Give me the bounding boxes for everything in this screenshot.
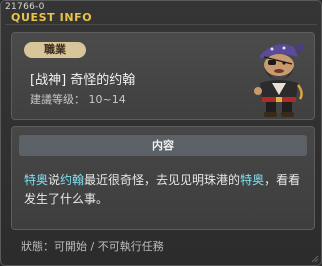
title-divider <box>5 24 317 25</box>
quest-name: [战神] 奇怪的约翰 <box>30 73 136 88</box>
level-range: 10~14 <box>88 93 126 106</box>
job-badge: 職業 <box>24 42 86 58</box>
desc-text: 说 <box>48 173 61 187</box>
level-label: 建議等级： <box>30 93 85 106</box>
quest-info-window: 21766-0 QUEST INFO 職業 [战神] 奇怪的约翰 建議等级： 1… <box>0 0 322 266</box>
quest-summary-card: 職業 [战神] 奇怪的约翰 建議等级： 10~14 <box>11 32 315 120</box>
window-title: QUEST INFO <box>11 11 93 24</box>
content-header: 内容 <box>19 135 307 156</box>
recommended-level: 建議等级： 10~14 <box>30 91 126 107</box>
npc-name-link: 特奥 <box>24 173 49 187</box>
resize-grip-icon[interactable] <box>311 255 319 263</box>
npc-name-link: 特奥 <box>240 173 265 187</box>
pirate-npc-icon <box>254 43 304 117</box>
quest-content-card: 内容 特奥说约翰最近很奇怪，去见见明珠港的特奥，看看发生了什么事。 <box>11 126 315 230</box>
quest-description: 特奥说约翰最近很奇怪，去见见明珠港的特奥，看看发生了什么事。 <box>24 171 306 209</box>
quest-status: 狀態：可開始 / 不可執行任務 <box>21 240 164 253</box>
npc-name-link: 约翰 <box>60 173 85 187</box>
desc-text: 最近很奇怪，去见见明珠港的 <box>84 173 241 187</box>
